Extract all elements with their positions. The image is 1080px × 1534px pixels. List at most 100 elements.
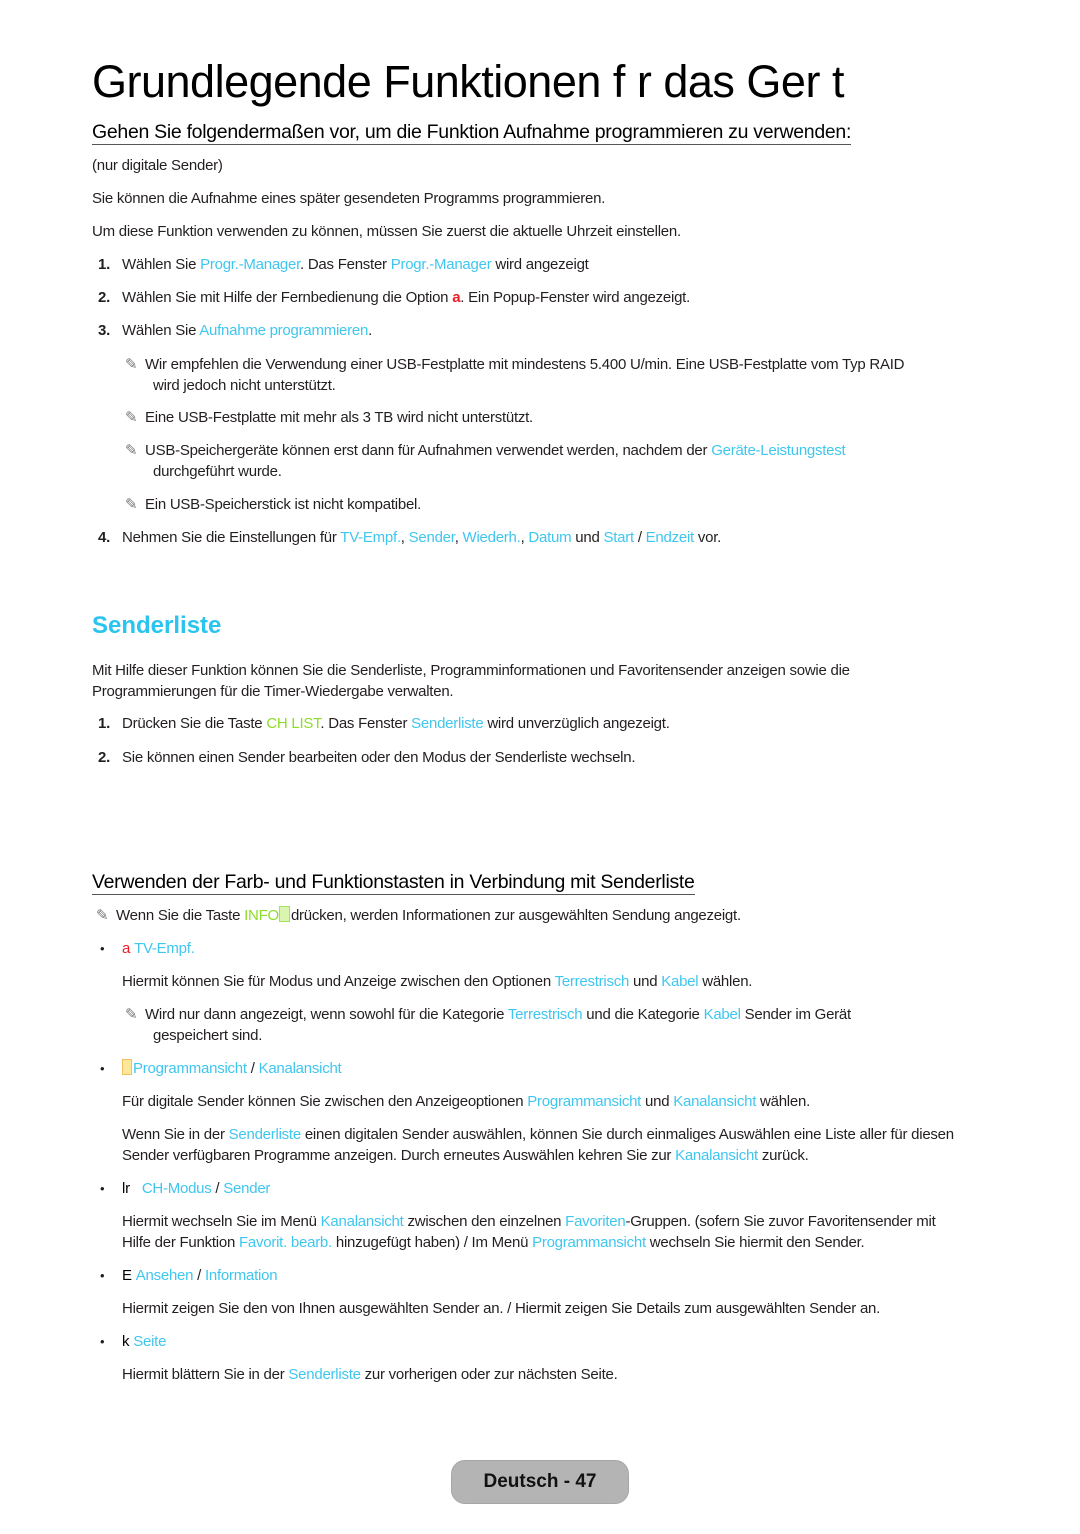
note-icon: ✎ (125, 1006, 138, 1023)
step-text: Wählen Sie mit Hilfe der Fernbedienung d… (122, 289, 453, 306)
menu-link-progr-manager: Progr.-Manager (200, 256, 301, 273)
step-text: Sie können einen Sender bearbeiten oder … (122, 749, 636, 766)
senderliste-title: Senderliste (92, 612, 222, 639)
page-title: Grundlegende Funktionen f r das Ger t (92, 56, 844, 107)
red-button-key: a (122, 940, 131, 957)
note-text: Ein USB-Speicherstick ist nicht kompatib… (145, 496, 422, 513)
yellow-button-glyph-icon (122, 1059, 132, 1075)
step-number: 3. (98, 322, 111, 339)
desc-text: -Gruppen. (sofern Sie zuvor Favoritensen… (625, 1213, 936, 1230)
option-endzeit: Endzeit (645, 529, 695, 546)
step-text: vor. (693, 529, 722, 546)
step-text: , (454, 529, 463, 546)
bullet-icon: • (100, 1268, 105, 1283)
step-number: 1. (98, 715, 111, 732)
option-ansehen: Ansehen (135, 1267, 194, 1284)
menu-link-senderliste: Senderliste (411, 715, 484, 732)
step-number: 4. (98, 529, 111, 546)
note-text: Sender im Gerät (740, 1006, 852, 1023)
note-icon: ✎ (125, 496, 138, 513)
option-sender: Sender (223, 1180, 271, 1197)
tv-empf-note: ✎ Wird nur dann angezeigt, wenn sowohl fü… (125, 1005, 851, 1046)
desc-text: wechseln Sie hiermit den Sender. (645, 1233, 865, 1251)
info-note: ✎ Wenn Sie die Taste INFO drücken, werden … (96, 906, 741, 927)
desc-text: wählen. (698, 973, 753, 990)
time-note: Um diese Funktion verwenden zu können, m… (92, 223, 681, 240)
step-text: wird angezeigt (491, 256, 589, 273)
ch-modus-desc: Hiermit wechseln Sie im Menü Kanalansich… (122, 1212, 936, 1253)
option-terrestrisch: Terrestrisch (507, 1006, 583, 1023)
page-key: k (122, 1333, 130, 1350)
enter-key: E (122, 1267, 132, 1284)
option-wiederh: Wiederh. (462, 529, 521, 546)
desc-text: Hiermit zeigen Sie den von Ihnen ausgewä… (122, 1300, 881, 1317)
menu-link-progr-manager: Progr.-Manager (390, 256, 492, 273)
option-datum: Datum (528, 529, 572, 546)
record-intro: Sie können die Aufnahme eines später ges… (92, 190, 606, 207)
tv-empf-desc: Hiermit können Sie für Modus und Anzeige… (122, 972, 752, 993)
step-text: und (571, 529, 604, 546)
separator: / (211, 1180, 224, 1197)
step-number: 2. (98, 289, 111, 306)
step-text: Drücken Sie die Taste (122, 715, 267, 732)
desc-text: Hiermit blättern Sie in der (122, 1366, 289, 1383)
option-kanalansicht: Kanalansicht (258, 1060, 342, 1077)
step-text: / (633, 529, 646, 546)
bullet-icon: • (100, 1181, 105, 1196)
key-item-tv-empf: • a TV-Empf. (100, 939, 195, 960)
option-kabel: Kabel (661, 973, 699, 990)
ansehen-desc: Hiermit zeigen Sie den von Ihnen ausgewä… (122, 1299, 880, 1320)
option-programmansicht: Programmansicht (532, 1233, 646, 1251)
desc-text: zwischen den einzelnen (403, 1213, 566, 1230)
ch-list-key: CH LIST (266, 715, 321, 732)
step-text: . Das Fenster (320, 715, 412, 732)
option-kabel: Kabel (703, 1006, 741, 1023)
note-text: durchgeführt wurde. (153, 462, 282, 480)
step-text: Wählen Sie (122, 322, 200, 339)
bullet-icon: • (100, 1061, 105, 1076)
intro-text: Programmierungen für die Timer-Wiedergab… (92, 682, 454, 700)
note-text: Eine USB-Festplatte mit mehr als 3 TB wi… (145, 409, 533, 426)
option-terrestrisch: Terrestrisch (554, 973, 630, 990)
key-item-seite: • k Seite (100, 1332, 166, 1353)
note-icon: ✎ (125, 409, 138, 426)
note-text: wird jedoch nicht unterstützt. (153, 376, 336, 394)
note-device-test: ✎ USB-Speichergeräte können erst dann für… (125, 441, 846, 482)
record-section-heading: Gehen Sie folgendermaßen vor, um die Fun… (92, 121, 852, 145)
desc-text: Sender verfügbaren Programme anzeigen. D… (122, 1146, 676, 1164)
info-key: INFO (244, 907, 279, 924)
color-keys-heading: Verwenden der Farb- und Funktionstasten … (92, 871, 695, 895)
note-text: drücken, werden Informationen zur ausgew… (290, 907, 741, 924)
desc-text: hinzugefügt haben) / Im Menü (331, 1233, 533, 1251)
key-item-ansicht: • Programmansicht / Kanalansicht (100, 1059, 342, 1080)
option-kanalansicht: Kanalansicht (675, 1146, 758, 1164)
desc-text: Wenn Sie in der (122, 1126, 229, 1143)
option-favorit-bearb: Favorit. bearb. (238, 1233, 332, 1251)
channel-up-down-key: lr (122, 1180, 130, 1197)
note-usb-rpm: ✎ Wir empfehlen die Verwendung einer USB-… (125, 355, 905, 396)
option-information: Information (205, 1267, 278, 1284)
menu-link-senderliste: Senderliste (288, 1366, 361, 1383)
ansicht-desc: Für digitale Sender können Sie zwischen … (122, 1092, 810, 1113)
option-sender: Sender (408, 529, 455, 546)
step-text: , (400, 529, 409, 546)
menu-link-senderliste: Senderliste (228, 1126, 302, 1143)
bullet-icon: • (100, 1334, 105, 1349)
info-key-glyph-icon (278, 906, 290, 922)
desc-text: zurück. (757, 1146, 809, 1164)
intro-text: Mit Hilfe dieser Funktion können Sie die… (92, 662, 850, 679)
note-icon: ✎ (96, 907, 109, 924)
step-text: Nehmen Sie die Einstellungen für (122, 529, 341, 546)
note-usb-stick: ✎ Ein USB-Speicherstick ist nicht kompati… (125, 495, 421, 516)
menu-link-aufnahme-programmieren: Aufnahme programmieren (199, 322, 369, 339)
note-text: Wird nur dann angezeigt, wenn sowohl für… (145, 1006, 508, 1023)
note-text: USB-Speichergeräte können erst dann für … (145, 442, 712, 459)
step-number: 2. (98, 749, 111, 766)
senderliste-step-1: 1. Drücken Sie die Taste CH LIST. Das Fen… (98, 714, 670, 735)
option-kanalansicht: Kanalansicht (320, 1213, 404, 1230)
step-text: Wählen Sie (122, 256, 201, 273)
record-step-4: 4. Nehmen Sie die Einstellungen für TV-Em… (98, 528, 721, 549)
option-seite: Seite (133, 1333, 167, 1350)
senderliste-step-2: 2. Sie können einen Sender bearbeiten ode… (98, 748, 636, 769)
desc-text: einen digitalen Sender auswählen, können… (300, 1126, 954, 1143)
